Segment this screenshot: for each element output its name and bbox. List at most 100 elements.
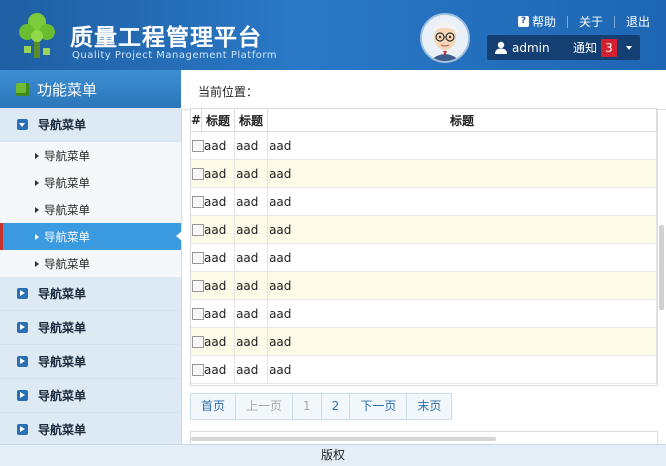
table-cell: aad <box>234 327 269 356</box>
sidebar-item-active[interactable]: 导航菜单 <box>0 223 182 250</box>
caret-right-icon <box>35 233 39 240</box>
user-avatar-icon <box>422 15 468 61</box>
page-button-2[interactable]: 2 <box>322 394 351 419</box>
user-bar[interactable]: admin 通知 3 <box>487 35 640 60</box>
row-checkbox[interactable] <box>192 280 204 292</box>
caret-right-icon <box>35 179 39 186</box>
table-cell: aad <box>234 215 269 244</box>
table-cell: aad <box>267 159 657 188</box>
sidebar-group[interactable]: 导航菜单 <box>0 311 181 345</box>
row-checkbox[interactable] <box>192 336 204 348</box>
caret-right-icon <box>35 206 39 213</box>
sidebar-item[interactable]: 导航菜单 <box>0 169 181 196</box>
row-checkbox[interactable] <box>192 252 204 264</box>
table-cell: aad <box>204 278 227 293</box>
table-cell: aad <box>234 355 269 384</box>
app-subtitle: Quality Project Management Platform <box>72 50 278 61</box>
table-cell: aad <box>234 131 269 160</box>
chevron-down-icon[interactable] <box>626 45 632 50</box>
help-link[interactable]: ? 帮助 <box>517 13 556 30</box>
table-row[interactable]: aad aad aad <box>191 187 657 216</box>
menu-header: 功能菜单 <box>0 70 181 108</box>
table-cell: aad <box>267 299 657 328</box>
table-cell: aad <box>204 194 227 209</box>
sidebar-item[interactable]: 导航菜单 <box>0 142 181 169</box>
table-row[interactable]: aad aad aad <box>191 271 657 300</box>
help-label: 帮助 <box>531 15 556 29</box>
expand-icon <box>17 322 28 333</box>
sidebar-group[interactable]: 导航菜单 <box>0 379 181 413</box>
table-cell: aad <box>204 166 227 181</box>
breadcrumb: 当前位置： <box>181 70 666 110</box>
column-header[interactable]: 标题 <box>267 109 657 132</box>
row-checkbox[interactable] <box>192 140 204 152</box>
table-cell: aad <box>267 355 657 384</box>
last-page-button[interactable]: 末页 <box>407 394 451 419</box>
row-checkbox[interactable] <box>192 168 204 180</box>
expand-icon <box>17 288 28 299</box>
divider <box>613 15 615 28</box>
sidebar-item[interactable]: 导航菜单 <box>0 196 181 223</box>
table-cell: aad <box>204 334 227 349</box>
sidebar-group-label: 导航菜单 <box>38 321 87 335</box>
next-page-button[interactable]: 下一页 <box>350 394 408 419</box>
sidebar-item-label: 导航菜单 <box>44 229 90 244</box>
cube-icon <box>16 82 29 96</box>
prev-page-button[interactable]: 上一页 <box>236 394 294 419</box>
notice-label[interactable]: 通知 <box>573 39 597 56</box>
sidebar-item-label: 导航菜单 <box>44 175 90 190</box>
header: 质量工程管理平台 Quality Project Management Plat… <box>0 0 666 70</box>
sidebar: 功能菜单 导航菜单 导航菜单 导航菜单 导航菜单 导航菜单 导航菜单 导航菜单 … <box>0 70 182 447</box>
sidebar-item[interactable]: 导航菜单 <box>0 250 181 277</box>
expand-icon <box>17 390 28 401</box>
first-page-button[interactable]: 首页 <box>191 394 237 419</box>
row-checkbox[interactable] <box>192 364 204 376</box>
sidebar-group-label: 导航菜单 <box>38 423 87 437</box>
column-header: # <box>191 109 203 132</box>
sidebar-group-label: 导航菜单 <box>38 287 87 301</box>
page-button-1[interactable]: 1 <box>293 394 322 419</box>
help-icon: ? <box>517 16 529 27</box>
sidebar-group-label: 导航菜单 <box>38 355 87 369</box>
table-row[interactable]: aad aad aad <box>191 327 657 356</box>
sidebar-group[interactable]: 导航菜单 <box>0 277 181 311</box>
collapse-icon <box>17 119 28 130</box>
row-checkbox[interactable] <box>192 224 204 236</box>
expand-icon <box>17 356 28 367</box>
sidebar-group[interactable]: 导航菜单 <box>0 413 181 447</box>
table-row[interactable]: aad aad aad <box>191 159 657 188</box>
table-cell: aad <box>267 243 657 272</box>
column-header[interactable]: 标题 <box>234 109 269 132</box>
column-header[interactable]: 标题 <box>201 109 236 132</box>
horizontal-scrollbar[interactable] <box>191 437 496 441</box>
table-cell: aad <box>204 138 227 153</box>
table-row[interactable]: aad aad aad <box>191 215 657 244</box>
table-cell: aad <box>204 222 227 237</box>
row-checkbox[interactable] <box>192 308 204 320</box>
row-checkbox[interactable] <box>192 196 204 208</box>
table-row[interactable]: aad aad aad <box>191 299 657 328</box>
logout-link[interactable]: 退出 <box>626 13 650 30</box>
caret-right-icon <box>35 260 39 267</box>
table-cell: aad <box>234 159 269 188</box>
expand-icon <box>17 424 28 435</box>
table-row[interactable]: aad aad aad <box>191 355 657 384</box>
table-cell: aad <box>234 187 269 216</box>
vertical-scrollbar[interactable] <box>659 225 664 310</box>
table-cell: aad <box>267 187 657 216</box>
avatar[interactable] <box>420 13 470 63</box>
table-cell: aad <box>234 271 269 300</box>
sidebar-item-label: 导航菜单 <box>44 148 90 163</box>
table-row[interactable]: aad aad aad <box>191 243 657 272</box>
table-cell: aad <box>267 131 657 160</box>
sidebar-group[interactable]: 导航菜单 <box>0 108 181 142</box>
sidebar-group[interactable]: 导航菜单 <box>0 345 181 379</box>
logo-tree-icon <box>19 13 55 58</box>
table-row[interactable]: aad aad aad <box>191 131 657 160</box>
table-cell: aad <box>234 243 269 272</box>
about-link[interactable]: 关于 <box>579 13 603 30</box>
table-cell: aad <box>267 271 657 300</box>
username: admin <box>512 40 550 55</box>
sidebar-group-label: 导航菜单 <box>38 389 87 403</box>
sidebar-group-label: 导航菜单 <box>38 118 87 132</box>
